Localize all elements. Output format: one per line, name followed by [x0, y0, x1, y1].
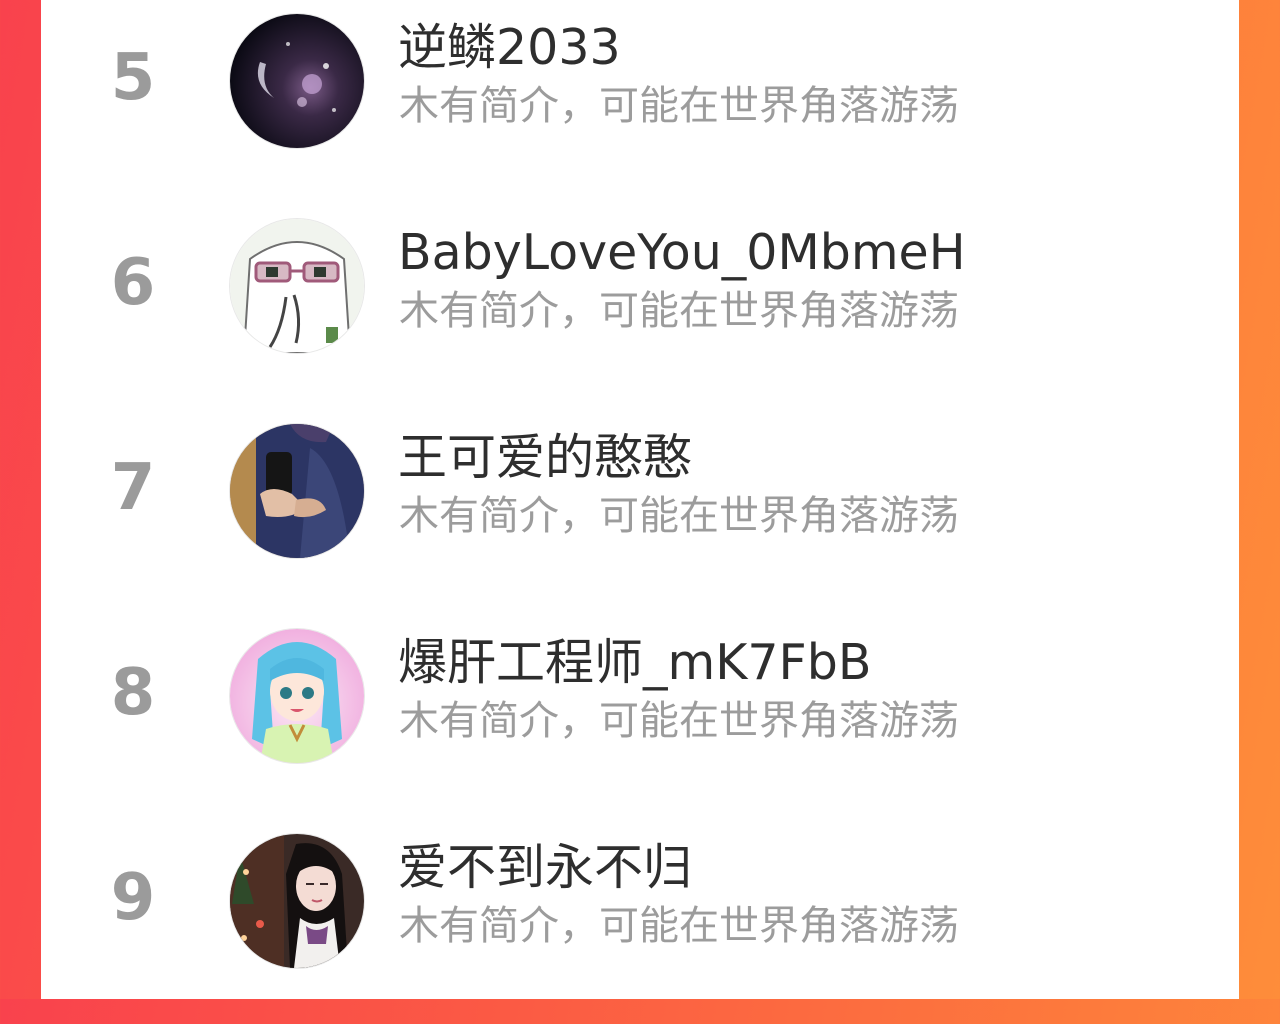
user-avatar[interactable] [230, 629, 364, 763]
avatar-mirror-selfie-icon [230, 424, 364, 558]
ranking-row[interactable]: 7 王可爱的憨憨 木有简介，可能在世界角落游荡 [41, 410, 1239, 614]
ranking-row[interactable]: 8 爆肝工程师_mK7FbB 木有简介，可能在世界角落游荡 [41, 615, 1239, 819]
user-avatar[interactable] [230, 14, 364, 148]
user-avatar[interactable] [230, 834, 364, 968]
user-bio: 木有简介，可能在世界角落游荡 [399, 288, 959, 334]
rank-number: 5 [110, 41, 156, 115]
user-name[interactable]: 爆肝工程师_mK7FbB [398, 633, 871, 693]
user-name[interactable]: 爱不到永不归 [398, 838, 692, 898]
ranking-row[interactable]: 5 逆鳞2033 木有简介，可能在世界角落游荡 [41, 0, 1239, 204]
user-bio: 木有简介，可能在世界角落游荡 [399, 698, 959, 744]
user-bio: 木有简介，可能在世界角落游荡 [399, 903, 959, 949]
user-bio: 木有简介，可能在世界角落游荡 [399, 83, 959, 129]
user-avatar[interactable] [230, 219, 364, 353]
user-bio: 木有简介，可能在世界角落游荡 [399, 493, 959, 539]
user-name[interactable]: 王可爱的憨憨 [398, 428, 692, 488]
rank-number: 9 [110, 861, 156, 935]
user-avatar[interactable] [230, 424, 364, 558]
ranking-row[interactable]: 6 BabyLoveYou_0MbmeH 木有简介，可能在世界角落游荡 [41, 205, 1239, 409]
avatar-night-sky-icon [230, 14, 364, 148]
user-name[interactable]: BabyLoveYou_0MbmeH [398, 223, 966, 283]
rank-number: 8 [110, 656, 156, 730]
ranking-row[interactable]: 9 爱不到永不归 木有简介，可能在世界角落游荡 [41, 820, 1239, 1024]
rank-number: 6 [110, 246, 156, 320]
rank-number: 7 [110, 451, 156, 525]
ranking-card: 5 逆鳞2033 木有简介，可能在世界角落游荡 6 BabyLoveYou_0M… [41, 0, 1239, 999]
avatar-portrait-girl-icon [230, 834, 364, 968]
user-name[interactable]: 逆鳞2033 [398, 18, 621, 78]
avatar-cartoon-face-icon [230, 219, 364, 353]
avatar-anime-girl-icon [230, 629, 364, 763]
